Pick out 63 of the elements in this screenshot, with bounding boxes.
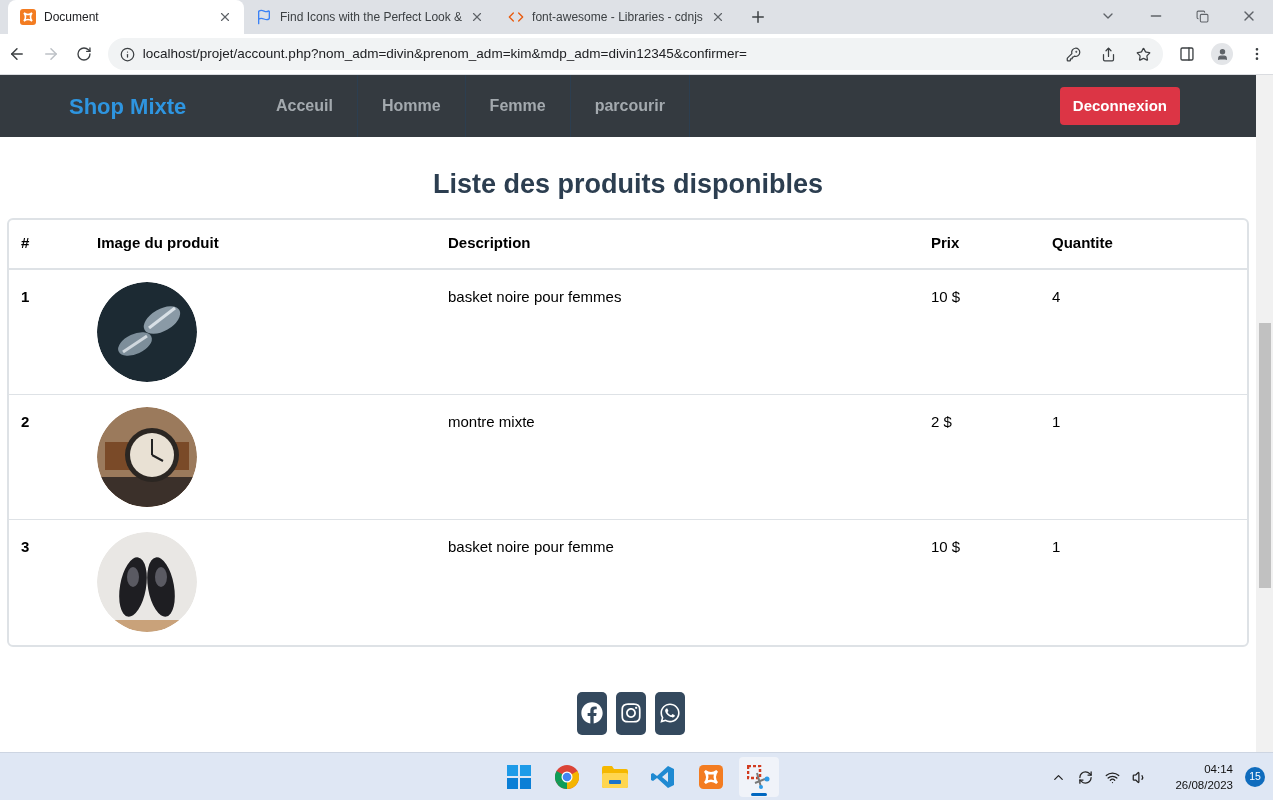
profile-avatar[interactable] xyxy=(1211,43,1234,65)
close-icon[interactable] xyxy=(218,10,232,24)
wifi-icon[interactable] xyxy=(1105,769,1121,785)
taskbar-app[interactable] xyxy=(739,756,779,797)
windows-icon xyxy=(507,764,531,789)
table-cell: 2 xyxy=(21,412,30,430)
nav-link[interactable]: parcourir xyxy=(570,75,690,137)
instagram-icon xyxy=(619,702,642,724)
share-icon[interactable] xyxy=(1101,46,1117,62)
restore-icon[interactable] xyxy=(1196,10,1209,23)
table-cell: basket noire pour femmes xyxy=(448,287,622,305)
tab-title: Document xyxy=(44,9,100,26)
table-cell: 1 xyxy=(21,287,30,305)
nav-link[interactable]: Acceuil xyxy=(257,75,358,137)
key-icon[interactable] xyxy=(1066,46,1082,62)
column-header: Description xyxy=(448,234,531,252)
code-icon xyxy=(508,9,525,25)
column-header: Quantite xyxy=(1052,234,1113,252)
table-cell: 10 $ xyxy=(931,537,961,555)
url-text: localhost/projet/account.php?nom_adm=divin&prenom_adm=kim&mdp_adm=divin12345&confirmer= xyxy=(142,44,748,63)
side-panel-icon[interactable] xyxy=(1179,46,1196,62)
table-cell: 3 xyxy=(21,537,30,555)
scrollbar[interactable] xyxy=(1256,75,1273,752)
clock-date[interactable]: 26/08/2023 xyxy=(1175,777,1233,793)
whatsapp-icon xyxy=(658,702,681,724)
snipping-icon xyxy=(747,764,771,789)
social-link[interactable] xyxy=(654,691,685,735)
page-heading: Liste des produits disponibles xyxy=(431,168,825,201)
tab-title: Find Icons with the Perfect Look & xyxy=(280,9,463,26)
clock-time[interactable]: 04:14 xyxy=(1204,761,1233,777)
social-link[interactable] xyxy=(576,691,607,735)
table-cell: basket noire pour femme xyxy=(448,537,614,555)
table-cell: 1 xyxy=(1052,537,1061,555)
table-cell: 2 $ xyxy=(931,412,952,430)
column-header: Prix xyxy=(931,234,960,252)
social-link[interactable] xyxy=(615,691,646,735)
code-editor-icon xyxy=(651,764,675,789)
back-icon[interactable] xyxy=(8,45,26,63)
folder-icon xyxy=(602,765,628,788)
browser-tab[interactable]: Document xyxy=(8,0,244,34)
nav-link[interactable]: Femme xyxy=(465,75,571,137)
tab-title: font-awesome - Libraries - cdnjs xyxy=(532,9,703,26)
xampp-icon xyxy=(699,764,723,789)
column-header: Image du produit xyxy=(97,234,219,252)
logout-button[interactable]: Deconnexion xyxy=(1059,87,1180,125)
chrome-icon xyxy=(555,764,579,789)
xampp-icon xyxy=(20,9,36,25)
flag-icon xyxy=(256,9,272,25)
table-cell: montre mixte xyxy=(448,412,535,430)
table-cell: 4 xyxy=(1052,287,1061,305)
star-icon[interactable] xyxy=(1136,46,1152,62)
info-icon xyxy=(119,46,135,62)
brand-logo[interactable]: Shop Mixte xyxy=(69,89,257,123)
table-cell: 10 $ xyxy=(931,287,961,305)
table-cell: 1 xyxy=(1052,412,1061,430)
reload-icon[interactable] xyxy=(75,46,92,62)
notification-badge[interactable]: 15 xyxy=(1245,767,1265,787)
column-header: # xyxy=(21,234,30,252)
person-icon xyxy=(1215,47,1229,61)
facebook-icon xyxy=(580,702,603,724)
address-bar[interactable]: localhost/projet/account.php?nom_adm=divin&prenom_adm=kim&mdp_adm=divin12345&confirmer= xyxy=(107,38,1164,70)
sync-icon[interactable] xyxy=(1078,769,1094,785)
nav-link[interactable]: Homme xyxy=(357,75,466,137)
